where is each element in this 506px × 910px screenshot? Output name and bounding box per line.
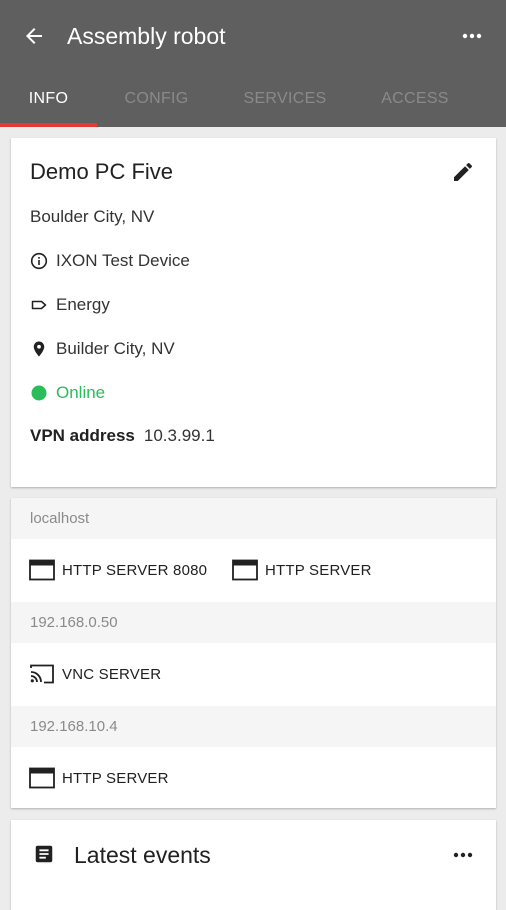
vpn-address-value: 10.3.99.1: [143, 426, 215, 445]
device-address: Builder City, NV: [56, 339, 175, 358]
tab-info[interactable]: INFO: [0, 70, 97, 127]
host-header: 192.168.10.4: [11, 706, 496, 747]
latest-events-title: Latest events: [74, 842, 211, 868]
latest-events-card: Latest events: [11, 820, 496, 910]
tab-config[interactable]: CONFIG: [108, 70, 205, 127]
service-http-server[interactable]: HTTP SERVER: [232, 559, 372, 581]
active-tab-indicator: [0, 123, 97, 127]
vpn-address-label: VPN address: [30, 426, 135, 445]
device-tag: Energy: [56, 295, 110, 314]
device-status-row: Online: [30, 382, 105, 404]
browser-window-icon: [232, 559, 258, 581]
cast-icon: [29, 663, 55, 685]
service-label: HTTP SERVER: [62, 769, 169, 787]
page-title: Assembly robot: [67, 23, 226, 49]
online-dot-icon: [30, 384, 48, 402]
app-bar: Assembly robot INFO CONFIG SERVICES ACCE…: [0, 0, 506, 127]
browser-window-icon: [29, 559, 55, 581]
info-icon: [30, 252, 48, 270]
event-list-icon: [32, 842, 56, 866]
arrow-back-icon[interactable]: [20, 22, 48, 50]
device-type: IXON Test Device: [56, 251, 190, 270]
service-http-server[interactable]: HTTP SERVER: [29, 767, 169, 789]
host-header: 192.168.0.50: [11, 602, 496, 643]
device-type-row: IXON Test Device: [30, 250, 190, 272]
services-card: localhost HTTP SERVER 8080 HTTP SERVER 1…: [11, 498, 496, 808]
service-label: HTTP SERVER 8080: [62, 561, 208, 579]
vpn-address-row: VPN address 10.3.99.1: [30, 425, 215, 447]
service-vnc-server[interactable]: VNC SERVER: [29, 663, 161, 685]
more-horiz-icon[interactable]: [458, 22, 486, 50]
device-name: Demo PC Five: [30, 159, 174, 184]
more-horiz-icon[interactable]: [449, 841, 477, 869]
host-header: localhost: [11, 498, 496, 539]
edit-pencil-icon[interactable]: [449, 158, 477, 186]
device-address-row: Builder City, NV: [30, 338, 175, 360]
device-status: Online: [56, 383, 106, 402]
location-pin-icon: [30, 340, 48, 358]
device-tag-row: Energy: [30, 294, 110, 316]
tab-bar: INFO CONFIG SERVICES ACCESS: [0, 70, 506, 127]
service-http-server-8080[interactable]: HTTP SERVER 8080: [29, 559, 207, 581]
tab-services[interactable]: SERVICES: [235, 70, 335, 127]
device-info-card: Demo PC Five Boulder City, NV IXON Test …: [11, 138, 496, 487]
device-location-text: Boulder City, NV: [30, 207, 155, 226]
service-label: HTTP SERVER: [265, 561, 372, 579]
tab-access[interactable]: ACCESS: [365, 70, 465, 127]
label-tag-icon: [30, 296, 48, 314]
service-label: VNC SERVER: [62, 665, 162, 683]
browser-window-icon: [29, 767, 55, 789]
